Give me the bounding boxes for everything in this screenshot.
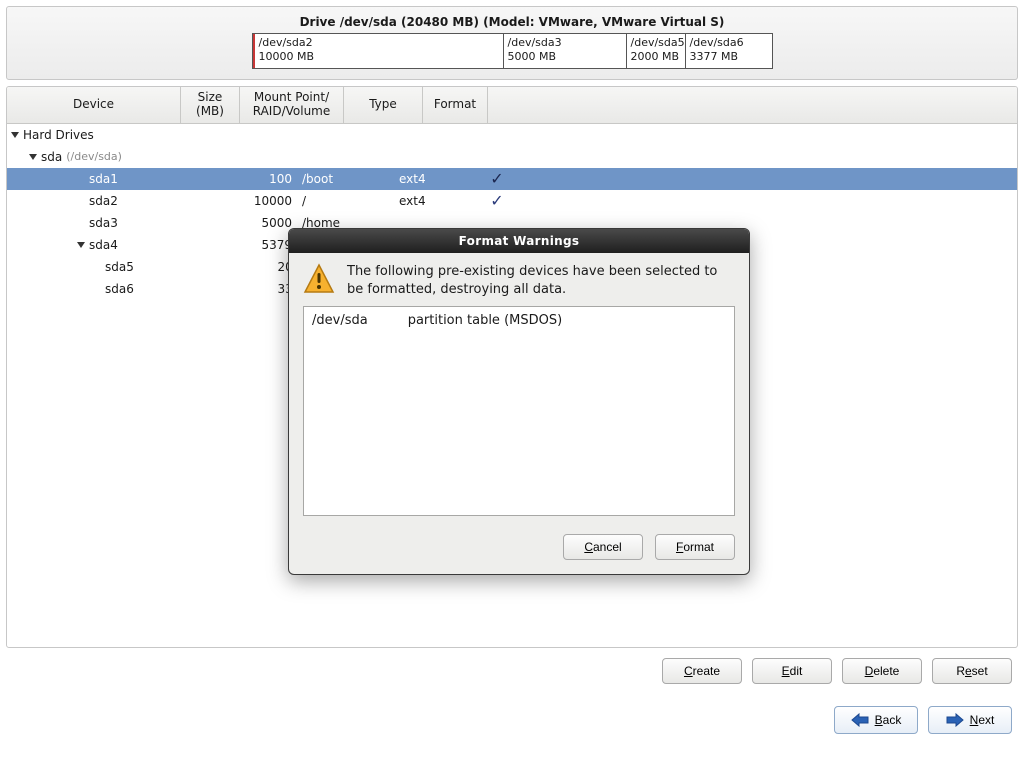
dialog-device-list: /dev/sdapartition table (MSDOS) [303, 306, 735, 516]
warning-icon [303, 263, 335, 295]
drive-title: Drive /dev/sda (20480 MB) (Model: VMware… [7, 15, 1017, 29]
arrow-left-icon [851, 713, 869, 727]
dialog-title: Format Warnings [289, 229, 749, 253]
format-warnings-dialog: Format Warnings The following pre-existi… [288, 228, 750, 575]
next-button[interactable]: Next [928, 706, 1012, 734]
create-button[interactable]: Create [662, 658, 742, 684]
dialog-message: The following pre-existing devices have … [347, 263, 735, 298]
drive-slice-bar: /dev/sda210000 MB/dev/sda35000 MB/dev/sd… [252, 33, 773, 69]
drive-slice: /dev/sda210000 MB [253, 34, 504, 68]
arrow-right-icon [946, 713, 964, 727]
checkmark-icon: ✓ [490, 191, 503, 210]
col-device[interactable]: Device [7, 87, 181, 123]
table-header: Device Size(MB) Mount Point/RAID/Volume … [7, 87, 1017, 124]
partition-actions: Create Edit Delete Reset [0, 648, 1024, 684]
tree-disk-sda[interactable]: sda (/dev/sda) [7, 146, 1017, 168]
reset-button[interactable]: Reset [932, 658, 1012, 684]
col-format[interactable]: Format [423, 87, 488, 123]
col-size[interactable]: Size(MB) [181, 87, 240, 123]
format-entry: /dev/sdapartition table (MSDOS) [312, 313, 726, 328]
edit-button[interactable]: Edit [752, 658, 832, 684]
partition-row-sda1[interactable]: sda1100/bootext4✓ [7, 168, 1017, 190]
delete-button[interactable]: Delete [842, 658, 922, 684]
col-mount[interactable]: Mount Point/RAID/Volume [240, 87, 344, 123]
partition-row-sda2[interactable]: sda210000/ext4✓ [7, 190, 1017, 212]
tree-hard-drives[interactable]: Hard Drives [7, 124, 1017, 146]
format-button[interactable]: Format [655, 534, 735, 560]
drive-slice: /dev/sda63377 MB [686, 34, 772, 68]
drive-slice: /dev/sda35000 MB [504, 34, 627, 68]
drive-summary-panel: Drive /dev/sda (20480 MB) (Model: VMware… [6, 6, 1018, 80]
create-label: reate [693, 664, 720, 678]
col-type[interactable]: Type [344, 87, 423, 123]
chevron-down-icon [11, 132, 19, 138]
cancel-button[interactable]: Cancel [563, 534, 643, 560]
chevron-down-icon [29, 154, 37, 160]
drive-slice: /dev/sda52000 MB [627, 34, 686, 68]
wizard-nav: Back Next [0, 684, 1024, 734]
checkmark-icon: ✓ [490, 169, 503, 188]
chevron-down-icon [77, 242, 85, 248]
back-button[interactable]: Back [834, 706, 918, 734]
